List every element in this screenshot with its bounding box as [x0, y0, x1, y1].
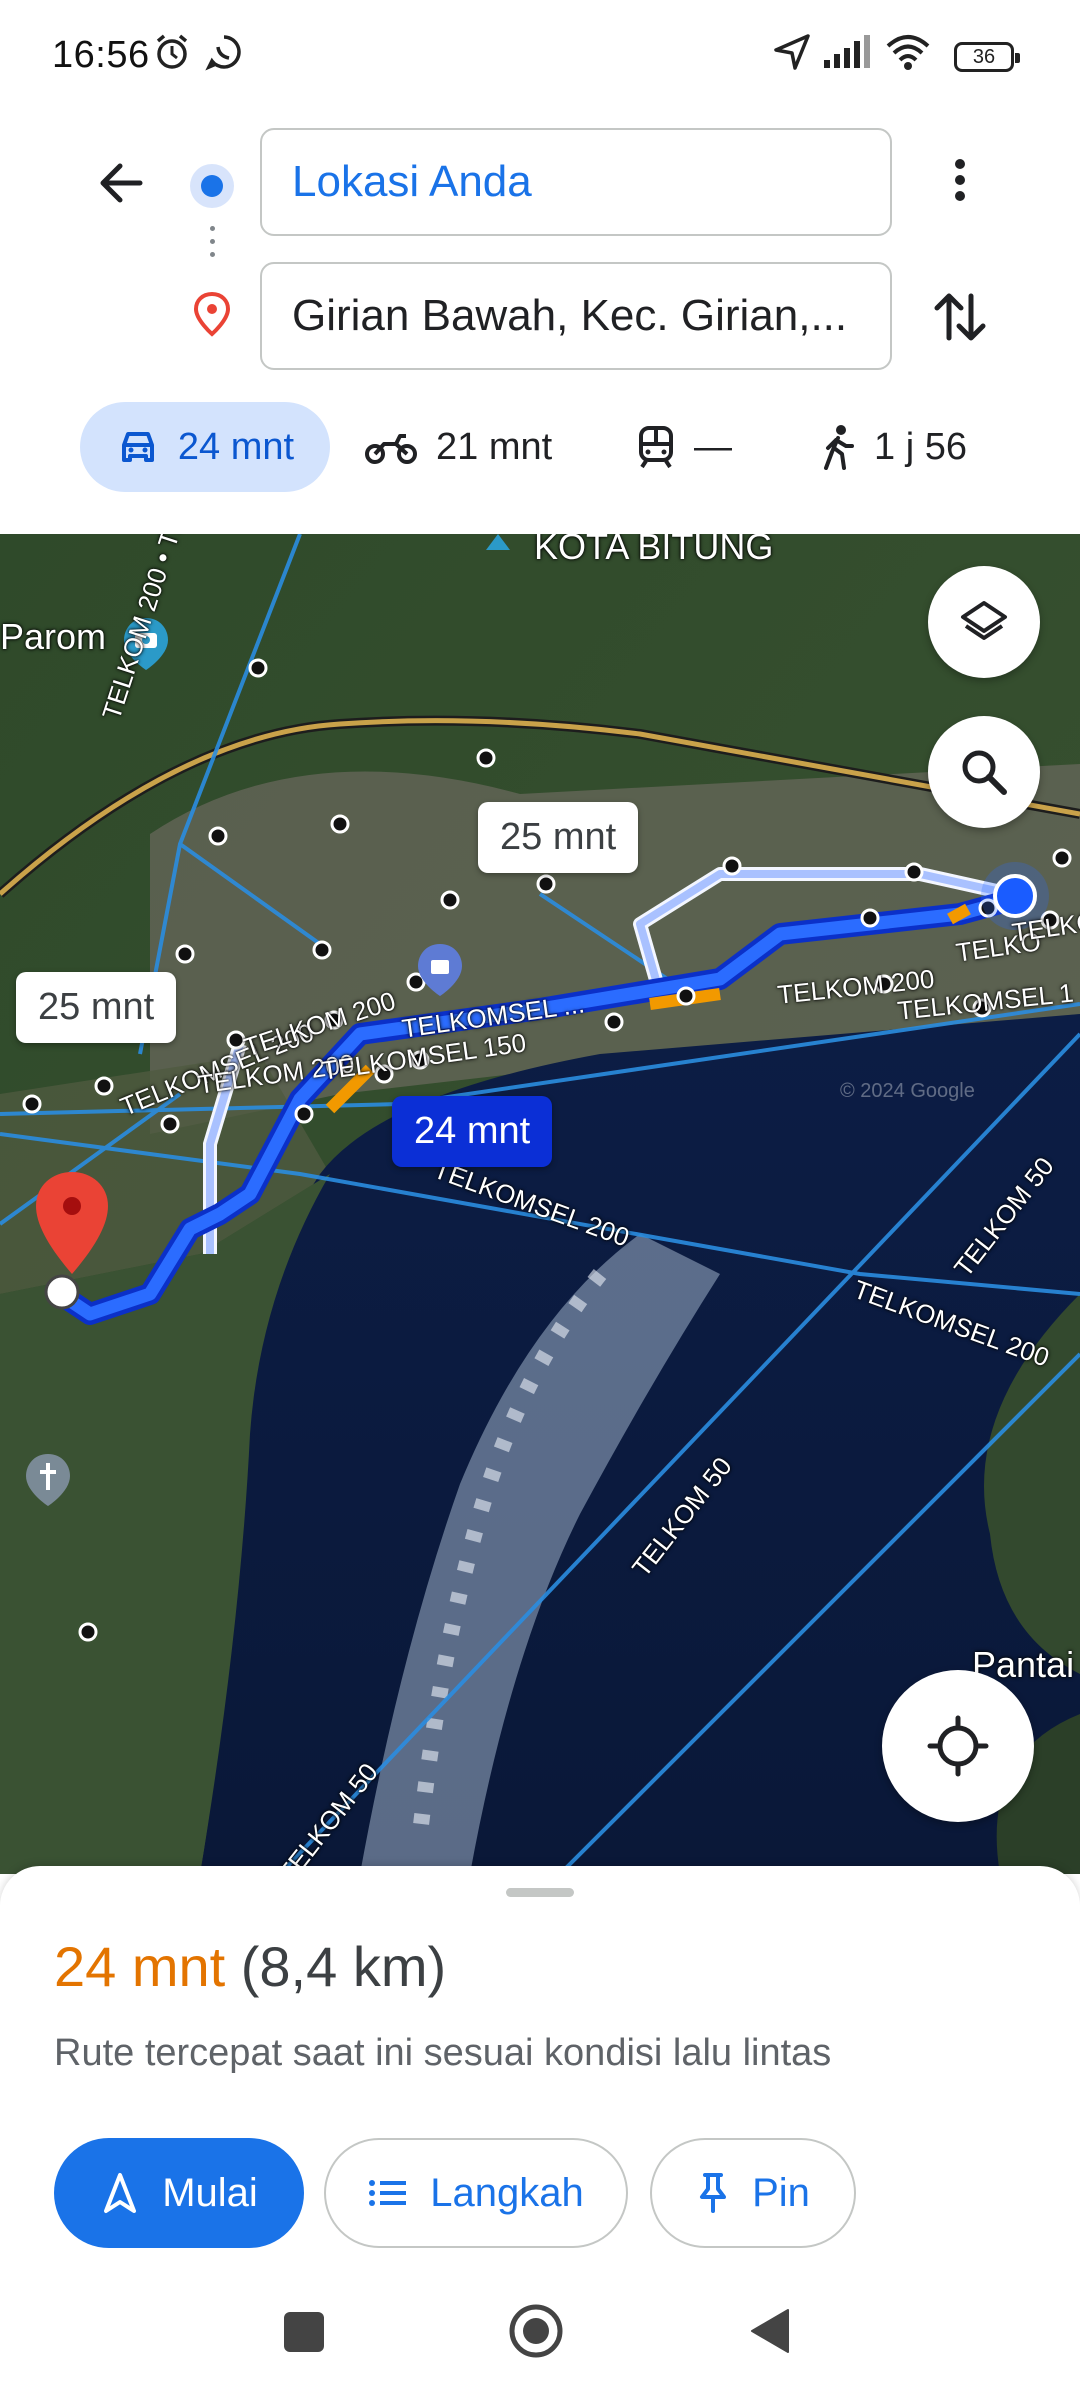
- route-connector: [208, 226, 216, 270]
- destination-pin-icon: [193, 291, 231, 337]
- search-along-route-button[interactable]: [928, 716, 1040, 828]
- mode-tab-transit[interactable]: —: [636, 402, 732, 492]
- route-duration: 24 mnt: [54, 1935, 226, 1998]
- motorcycle-icon: [365, 434, 417, 464]
- more-options-icon[interactable]: [930, 150, 990, 210]
- route-description: Rute tercepat saat ini sesuai kondisi la…: [54, 2032, 832, 2074]
- status-bar: 16:56 36: [0, 0, 1080, 115]
- back-nav-button[interactable]: [748, 2306, 792, 2356]
- mode-tab-walk[interactable]: 1 j 56: [820, 402, 967, 492]
- start-label: Mulai: [162, 2170, 258, 2215]
- battery-icon: 36: [954, 42, 1020, 72]
- drag-handle[interactable]: [506, 1888, 574, 1897]
- walk-icon: [824, 425, 854, 470]
- alarm-icon: [156, 34, 188, 69]
- signal-icon: [824, 35, 870, 68]
- pin-button[interactable]: Pin: [650, 2138, 856, 2248]
- place-label-kota-bitung: KOTA BITUNG: [534, 534, 774, 567]
- eta-bubble-primary[interactable]: 24 mnt: [392, 1096, 553, 1167]
- route-summary: 24 mnt (8,4 km): [54, 1934, 446, 1999]
- wifi-icon: [886, 35, 930, 70]
- recents-nav-button[interactable]: [284, 2312, 324, 2352]
- destination-field[interactable]: Girian Bawah, Kec. Girian,...: [260, 262, 892, 370]
- back-arrow-icon[interactable]: [88, 148, 158, 218]
- mode-walk-label: 1 j 56: [874, 425, 967, 468]
- mode-car-label: 24 mnt: [177, 425, 295, 468]
- steps-label: Langkah: [430, 2170, 584, 2215]
- place-label-parom: Parom: [0, 616, 107, 657]
- my-location-button[interactable]: [882, 1670, 1034, 1822]
- search-icon: [962, 750, 1007, 795]
- status-time: 16:56: [52, 34, 150, 76]
- car-icon: [121, 432, 154, 462]
- mode-tab-car[interactable]: 24 mnt: [80, 402, 330, 492]
- map-watermark: © 2024 Google: [840, 1080, 975, 1102]
- layers-button[interactable]: [928, 566, 1040, 678]
- crosshair-location-icon: [927, 1715, 989, 1777]
- pin-label: Pin: [752, 2170, 810, 2215]
- mode-transit-label: —: [694, 425, 732, 468]
- transit-icon: [639, 426, 673, 469]
- origin-field[interactable]: Lokasi Anda: [260, 128, 892, 236]
- navigation-arrow-icon: [104, 2173, 137, 2213]
- layers-icon: [961, 601, 1007, 640]
- eta-bubble-alt-2[interactable]: 25 mnt: [16, 972, 177, 1043]
- map-view[interactable]: KOTA BITUNG Parom Pantai TELKOM 200 • TE…: [0, 534, 1080, 1874]
- steps-button[interactable]: Langkah: [324, 2138, 628, 2248]
- list-icon: [369, 2180, 407, 2206]
- eta-bubble-alt-1[interactable]: 25 mnt: [478, 802, 639, 873]
- pin-icon: [700, 2173, 727, 2213]
- home-nav-button[interactable]: [508, 2303, 564, 2359]
- location-arrow-icon: [774, 34, 810, 70]
- route-distance: (8,4 km): [240, 1935, 447, 1998]
- mode-tab-motorcycle[interactable]: 21 mnt: [364, 402, 552, 492]
- mode-motorcycle-label: 21 mnt: [436, 425, 553, 468]
- whatsapp-icon: [205, 35, 241, 71]
- start-navigation-button[interactable]: Mulai: [54, 2138, 304, 2248]
- origin-dot-icon: [190, 164, 234, 208]
- swap-directions-icon[interactable]: [925, 282, 995, 352]
